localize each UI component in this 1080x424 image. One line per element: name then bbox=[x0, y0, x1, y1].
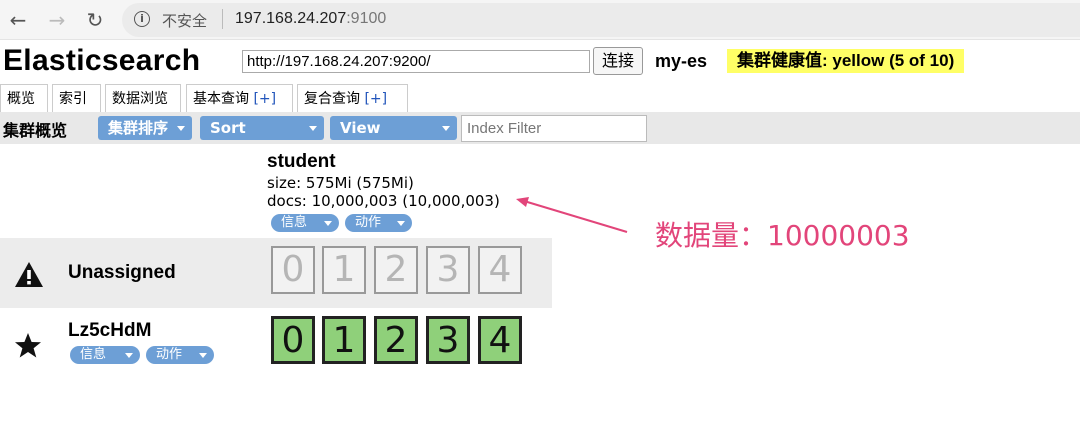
warning-icon bbox=[15, 262, 43, 287]
unassigned-label: Unassigned bbox=[68, 262, 176, 283]
index-action-button[interactable]: 动作 bbox=[345, 214, 412, 232]
index-filter-input[interactable] bbox=[461, 115, 647, 142]
app-title: Elasticsearch bbox=[3, 44, 201, 77]
info-icon[interactable]: i bbox=[134, 11, 150, 27]
index-size: size: 575Mi (575Mi) bbox=[267, 174, 414, 192]
connect-button[interactable]: 连接 bbox=[593, 47, 643, 75]
index-name: student bbox=[267, 151, 336, 172]
tab-add-link[interactable]: [+] bbox=[253, 91, 276, 107]
view-aliases-dropdown[interactable]: View Aliases bbox=[330, 116, 457, 161]
back-arrow-icon[interactable]: ← bbox=[6, 8, 30, 32]
annotation-text: 数据量：10000003 bbox=[655, 219, 910, 252]
tab-basic-query[interactable]: 基本查询 [+] bbox=[186, 84, 293, 112]
node-name: Lz5cHdM bbox=[68, 320, 152, 341]
address-url[interactable]: 197.168.24.207:9100 bbox=[235, 10, 386, 28]
node-action-button[interactable]: 动作 bbox=[146, 346, 214, 364]
tab-label: 复合查询 bbox=[304, 91, 360, 107]
connect-url-input[interactable] bbox=[242, 50, 590, 73]
assigned-shard[interactable]: 0 bbox=[271, 316, 315, 364]
url-port: :9100 bbox=[346, 10, 387, 27]
sort-indices-dropdown[interactable]: Sort Indices bbox=[200, 116, 324, 161]
insecure-label: 不安全 bbox=[162, 12, 208, 30]
node-info-button[interactable]: 信息 bbox=[70, 346, 140, 364]
assigned-shard[interactable]: 4 bbox=[478, 316, 522, 364]
tab-label: 数据浏览 bbox=[112, 91, 168, 107]
overview-toolbar: 集群概览 集群排序 Sort Indices View Aliases bbox=[0, 112, 1080, 161]
unassigned-shard[interactable]: 3 bbox=[426, 246, 470, 294]
sort-cluster-dropdown[interactable]: 集群排序 bbox=[98, 116, 192, 140]
tab-label: 概览 bbox=[7, 91, 35, 107]
assigned-shard[interactable]: 3 bbox=[426, 316, 470, 364]
index-info-button[interactable]: 信息 bbox=[271, 214, 339, 232]
forward-arrow-icon[interactable]: → bbox=[45, 8, 69, 32]
main-tabs: 概览 索引 数据浏览 基本查询 [+] 复合查询 [+] bbox=[0, 84, 410, 112]
index-docs: docs: 10,000,003 (10,000,003) bbox=[267, 192, 500, 210]
toolbar-title: 集群概览 bbox=[3, 121, 68, 140]
unassigned-shard[interactable]: 1 bbox=[322, 246, 366, 294]
cluster-health-badge: 集群健康值: yellow (5 of 10) bbox=[727, 49, 965, 73]
unassigned-shard[interactable]: 4 bbox=[478, 246, 522, 294]
assigned-shard[interactable]: 2 bbox=[374, 316, 418, 364]
address-divider bbox=[222, 9, 223, 29]
tab-indices[interactable]: 索引 bbox=[52, 84, 101, 112]
unassigned-shard[interactable]: 2 bbox=[374, 246, 418, 294]
star-icon bbox=[15, 333, 41, 358]
tab-label: 索引 bbox=[59, 91, 87, 107]
assigned-shard[interactable]: 1 bbox=[322, 316, 366, 364]
tab-overview[interactable]: 概览 bbox=[0, 84, 48, 112]
tab-compound-query[interactable]: 复合查询 [+] bbox=[297, 84, 408, 112]
browser-toolbar: ← → ↻ i 不安全 197.168.24.207:9100 bbox=[0, 0, 1080, 40]
url-host: 197.168.24.207 bbox=[235, 10, 347, 27]
unassigned-shard[interactable]: 0 bbox=[271, 246, 315, 294]
tab-add-link[interactable]: [+] bbox=[364, 91, 387, 107]
cluster-name: my-es bbox=[655, 51, 708, 71]
tab-browser[interactable]: 数据浏览 bbox=[105, 84, 181, 112]
reload-icon[interactable]: ↻ bbox=[83, 8, 107, 32]
tab-label: 基本查询 bbox=[193, 91, 249, 107]
